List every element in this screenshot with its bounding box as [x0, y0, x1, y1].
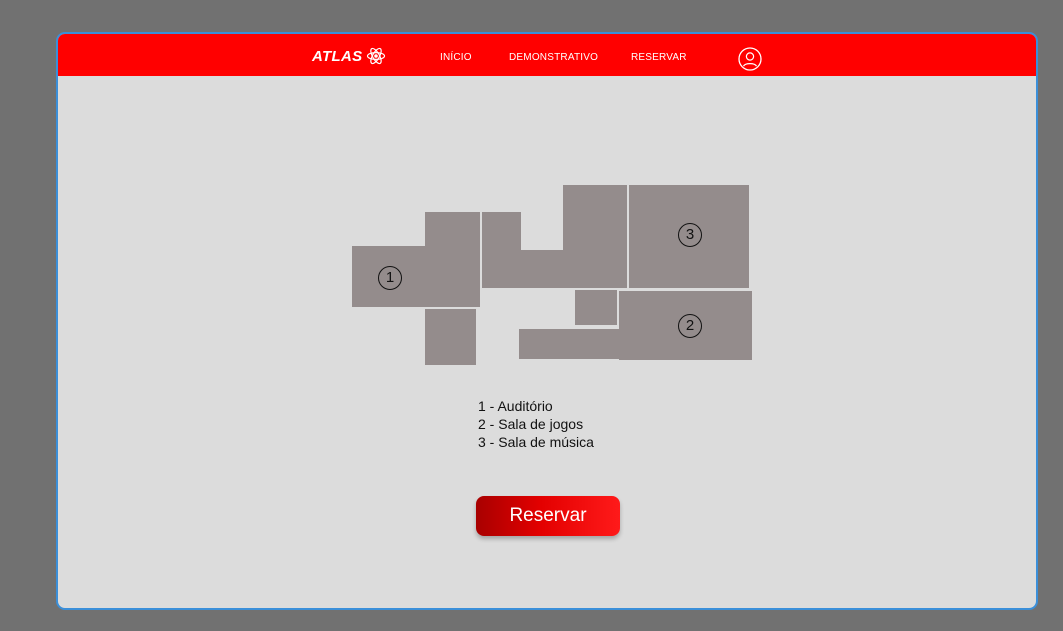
room-block: [482, 212, 521, 288]
atom-icon: [366, 46, 386, 66]
room-number-1: 1: [378, 266, 402, 290]
room-block: [425, 212, 480, 307]
room-number-3: 3: [678, 223, 702, 247]
legend-item-sala-de-jogos: 2 - Sala de jogos: [478, 416, 584, 432]
room-block: [519, 329, 622, 359]
app-window: ATLAS INÍCIO DEMONSTRATIVO RESERVAR 1 2 …: [56, 32, 1038, 610]
top-navbar: ATLAS INÍCIO DEMONSTRATIVO RESERVAR: [58, 34, 1036, 76]
user-icon[interactable]: [738, 47, 762, 76]
legend-item-auditorio: 1 - Auditório: [478, 398, 553, 414]
nav-reservar-link[interactable]: RESERVAR: [631, 52, 687, 63]
room-legend: 1 - Auditório 2 - Sala de jogos 3 - Sala…: [478, 397, 594, 451]
reserve-button[interactable]: Reservar: [476, 496, 620, 536]
nav-demonstrativo-link[interactable]: DEMONSTRATIVO: [509, 52, 598, 63]
room-block: [563, 185, 627, 288]
room-number-2: 2: [678, 314, 702, 338]
room-block: [521, 250, 563, 288]
room-block: [575, 290, 617, 325]
brand-logo[interactable]: ATLAS: [312, 46, 386, 66]
legend-item-sala-de-musica: 3 - Sala de música: [478, 434, 594, 450]
nav-inicio-link[interactable]: INÍCIO: [440, 52, 472, 63]
room-block: [425, 309, 476, 365]
brand-name: ATLAS: [312, 47, 363, 65]
